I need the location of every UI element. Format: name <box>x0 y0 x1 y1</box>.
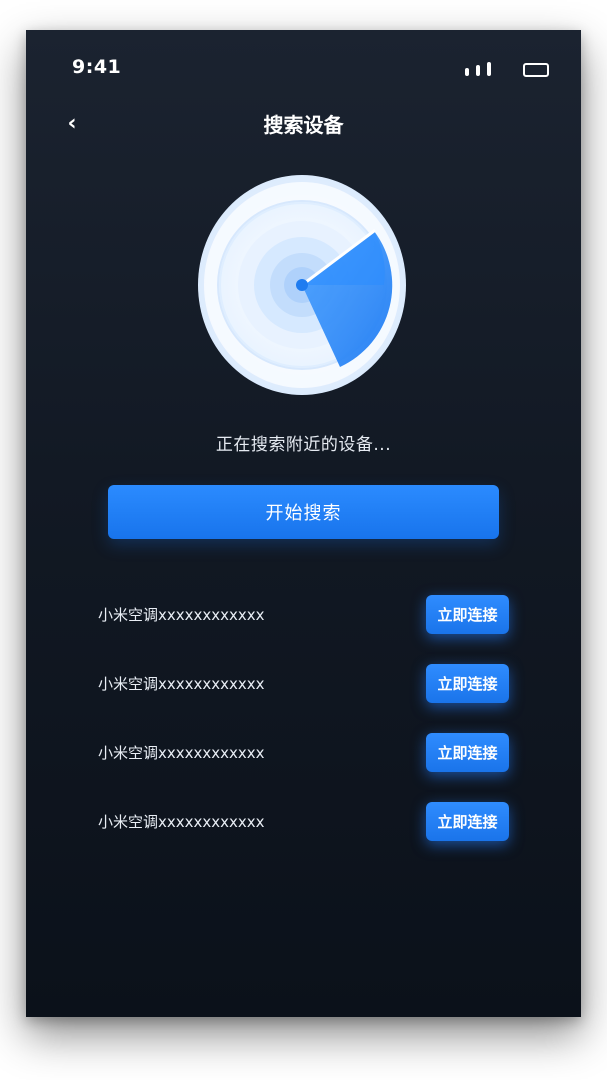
battery-icon <box>523 63 549 77</box>
app-screen: 9:41 ‹ 搜索设备 正在搜索附近的设备... 开始搜索 小米空调xxxxxx… <box>26 30 581 1017</box>
device-name: 小米空调xxxxxxxxxxxx <box>98 744 265 762</box>
device-name: 小米空调xxxxxxxxxxxx <box>98 675 265 693</box>
connect-button[interactable]: 立即连接 <box>426 802 509 841</box>
page-title: 搜索设备 <box>263 113 344 137</box>
device-row: 小米空调xxxxxxxxxxxx 立即连接 <box>26 730 581 774</box>
signal-icon <box>465 62 493 76</box>
device-row: 小米空调xxxxxxxxxxxx 立即连接 <box>26 592 581 636</box>
connect-button[interactable]: 立即连接 <box>426 664 509 703</box>
device-row: 小米空调xxxxxxxxxxxx 立即连接 <box>26 799 581 843</box>
connect-button[interactable]: 立即连接 <box>426 595 509 634</box>
connect-button[interactable]: 立即连接 <box>426 733 509 772</box>
search-status-text: 正在搜索附近的设备... <box>215 435 392 455</box>
nav-bar: ‹ 搜索设备 <box>26 102 581 146</box>
device-name: 小米空调xxxxxxxxxxxx <box>98 813 265 831</box>
device-row: 小米空调xxxxxxxxxxxx 立即连接 <box>26 661 581 705</box>
status-bar: 9:41 <box>26 30 581 110</box>
start-search-button[interactable]: 开始搜索 <box>108 485 499 539</box>
status-time: 9:41 <box>72 56 122 78</box>
radar-scan-icon <box>198 175 410 397</box>
device-name: 小米空调xxxxxxxxxxxx <box>98 606 265 624</box>
